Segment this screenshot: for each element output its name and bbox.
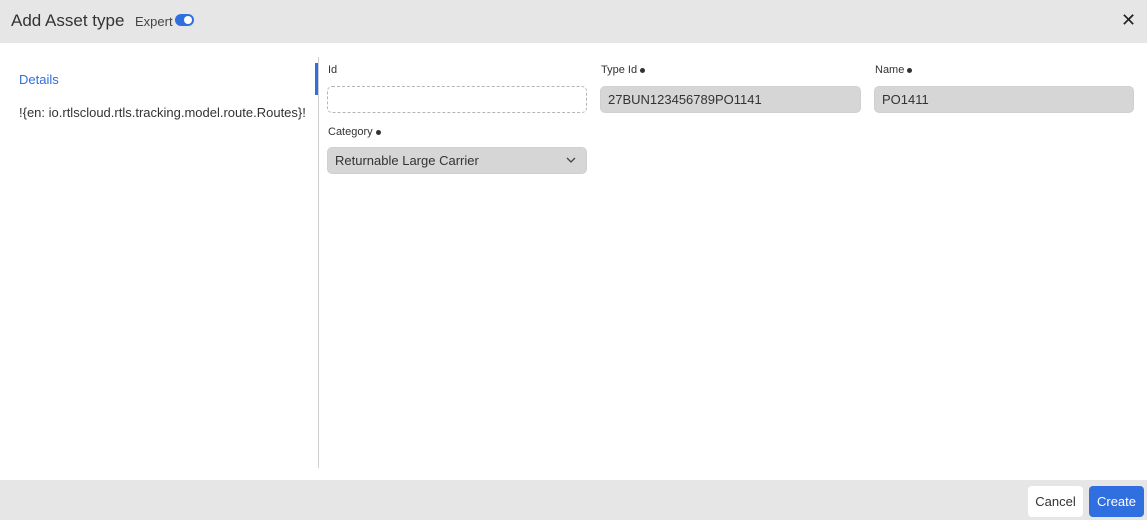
- name-label-text: Name: [875, 64, 905, 76]
- category-field-label: Category: [328, 126, 381, 138]
- category-selected-value: Returnable Large Carrier: [335, 153, 479, 168]
- required-indicator: [375, 129, 381, 135]
- type-id-field-label: Type Id: [601, 64, 646, 76]
- sidebar-item-details[interactable]: Details: [19, 72, 59, 87]
- dialog-footer: [0, 480, 1147, 520]
- sidebar-description: !{en: io.rtlscloud.rtls.tracking.model.r…: [19, 105, 306, 120]
- sidebar-divider: [318, 57, 319, 468]
- expert-toggle[interactable]: [175, 14, 194, 26]
- active-section-indicator: [315, 63, 318, 95]
- toggle-knob: [184, 16, 192, 24]
- required-indicator: [907, 67, 913, 73]
- expert-toggle-label: Expert: [135, 14, 173, 29]
- chevron-down-icon: [566, 157, 576, 163]
- close-icon[interactable]: ✕: [1121, 11, 1136, 29]
- name-field[interactable]: PO1411: [874, 86, 1134, 113]
- create-button[interactable]: Create: [1089, 486, 1144, 517]
- category-label-text: Category: [328, 126, 373, 138]
- id-field-label: Id: [328, 64, 337, 76]
- dialog-header: Add Asset type Expert ✕: [0, 0, 1147, 43]
- id-label-text: Id: [328, 64, 338, 76]
- required-indicator: [640, 67, 646, 73]
- type-id-label-text: Type Id: [601, 64, 638, 76]
- cancel-button[interactable]: Cancel: [1028, 486, 1083, 517]
- dialog-title: Add Asset type: [11, 11, 125, 30]
- type-id-field[interactable]: 27BUN123456789PO1141: [600, 86, 861, 113]
- sidebar: Details !{en: io.rtlscloud.rtls.tracking…: [0, 43, 318, 468]
- name-field-label: Name: [875, 64, 913, 76]
- category-select[interactable]: Returnable Large Carrier: [327, 147, 587, 174]
- id-field[interactable]: [327, 86, 587, 113]
